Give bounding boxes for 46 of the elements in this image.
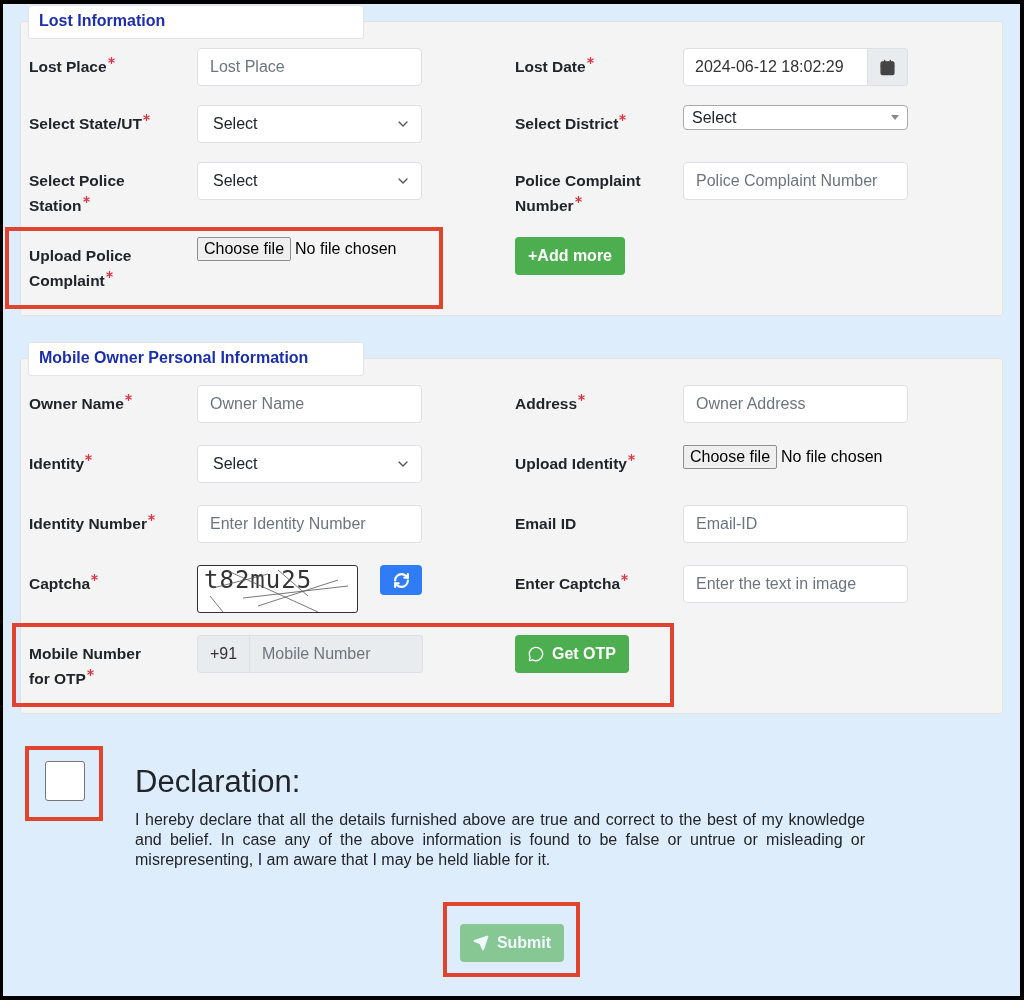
file-status: No file chosen: [295, 240, 397, 258]
file-status: No file chosen: [781, 448, 883, 466]
select-dropdown[interactable]: Select: [683, 105, 908, 130]
section-title: Mobile Owner Personal Information: [28, 342, 364, 376]
field-label: Select District: [515, 105, 647, 136]
field-label: Enter Captcha: [515, 565, 647, 596]
text-field[interactable]: Owner Address: [683, 385, 908, 423]
text-field[interactable]: Police Complaint Number: [683, 162, 908, 200]
mobile-number-field[interactable]: Mobile Number: [250, 635, 423, 673]
text-field[interactable]: Lost Place: [197, 48, 422, 86]
field-label: Identity Number: [29, 505, 161, 536]
text-field[interactable]: Enter the text in image: [683, 565, 908, 603]
field-label: Select Police Station: [29, 171, 126, 216]
text-field[interactable]: Enter Identity Number: [197, 505, 422, 543]
paper-plane-icon: [472, 935, 489, 951]
field-label: Select State/UT: [29, 105, 161, 136]
text-field[interactable]: Owner Name: [197, 385, 422, 423]
refresh-icon: [392, 571, 410, 589]
caret-icon: [891, 115, 899, 120]
field-label: Upload Police Complaint: [29, 246, 133, 291]
chat-bubble-icon: [528, 646, 544, 662]
field-label: Police Complaint Number: [515, 171, 642, 216]
text-field[interactable]: Email-ID: [683, 505, 908, 543]
field-label: Email ID: [515, 514, 578, 534]
select-dropdown[interactable]: Select: [197, 105, 422, 143]
declaration-title: Declaration:: [135, 764, 302, 800]
field-label: Lost Date: [515, 48, 647, 79]
select-dropdown[interactable]: Select: [197, 445, 422, 483]
select-dropdown[interactable]: Select: [197, 162, 422, 200]
choose-file-button[interactable]: Choose file: [683, 445, 778, 469]
country-code: +91: [197, 635, 250, 673]
refresh-button[interactable]: [380, 565, 422, 595]
checkbox[interactable]: [45, 761, 85, 801]
field-label: Upload Identity: [515, 445, 647, 476]
calendar-button[interactable]: [868, 48, 908, 86]
calendar-icon: [879, 58, 896, 76]
field-label: Lost Place: [29, 48, 161, 79]
field-label: Captcha: [29, 565, 161, 596]
field-label: Mobile Number for OTP: [29, 644, 142, 689]
field-label: Address: [515, 385, 647, 416]
declaration-text: I hereby declare that all the details furnished above are true and correct to the best of my knowledge and belief. In case any of the above information is found to be false or untrue or misleading or misrepresenting, I am aware that I may be held liable for it.: [135, 810, 865, 870]
field-label: Owner Name: [29, 385, 161, 416]
field-label: Identity: [29, 445, 161, 476]
section-title: Lost Information: [28, 5, 364, 39]
choose-file-button[interactable]: Choose file: [197, 237, 292, 261]
date-field[interactable]: 2024-06-12 18:02:29: [683, 48, 868, 86]
